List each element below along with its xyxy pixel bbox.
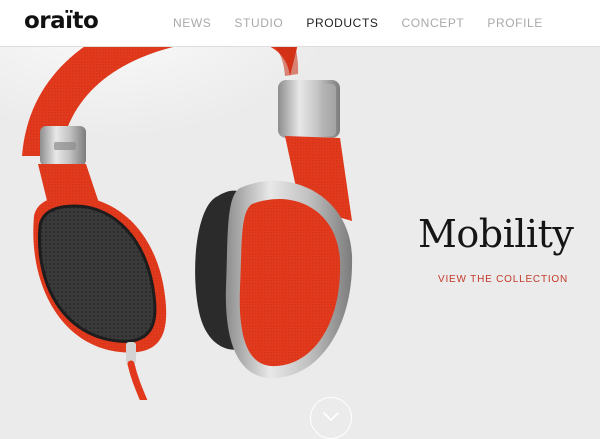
view-collection-link[interactable]: VIEW THE COLLECTION: [438, 274, 568, 285]
hero-title: Mobility: [418, 212, 574, 256]
nav-item-products[interactable]: PRODUCTS: [306, 16, 378, 30]
chevron-down-icon: [323, 412, 339, 422]
nav-item-studio[interactable]: STUDIO: [234, 16, 283, 30]
nav-item-profile[interactable]: PROFILE: [487, 16, 543, 30]
hero-section: Mobility VIEW THE COLLECTION: [0, 46, 600, 439]
main-nav: NEWS STUDIO PRODUCTS CONCEPT PROFILE: [173, 16, 566, 30]
top-navigation-bar: oraïto NEWS STUDIO PRODUCTS CONCEPT PROF…: [0, 0, 600, 47]
scroll-down-button[interactable]: [310, 397, 352, 439]
nav-item-concept[interactable]: CONCEPT: [401, 16, 464, 30]
brand-logo[interactable]: oraïto: [24, 8, 99, 34]
nav-item-news[interactable]: NEWS: [173, 16, 211, 30]
